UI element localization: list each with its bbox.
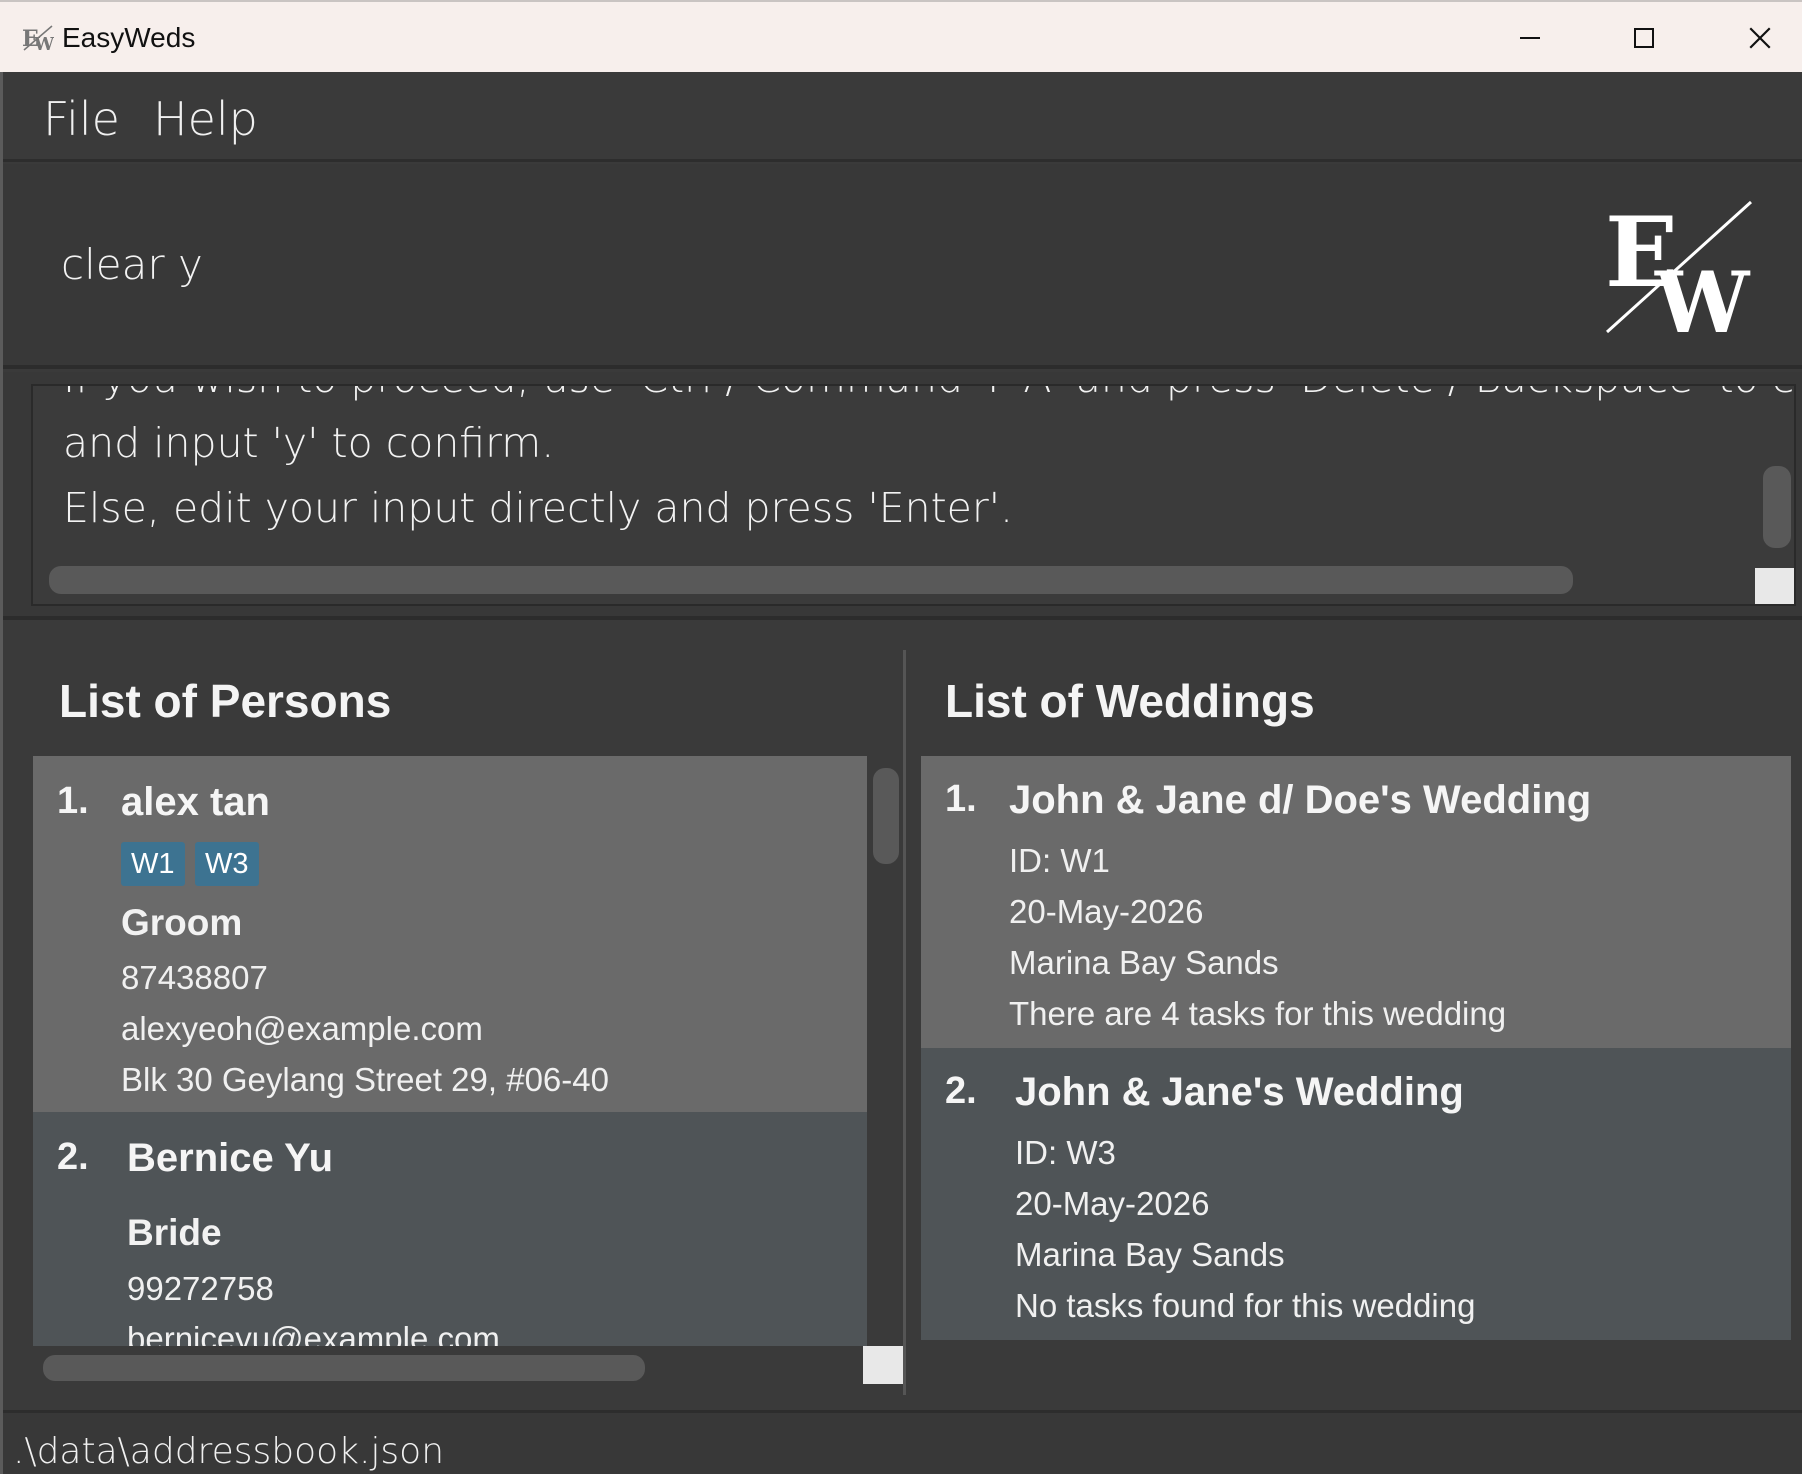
menu-help[interactable]: Help — [153, 92, 258, 146]
person-index: 2. — [57, 1136, 89, 1178]
result-box[interactable]: If you wish to proceed, use 'Ctrl / Comm… — [31, 384, 1796, 606]
wedding-name: John & Jane's Wedding — [1015, 1070, 1464, 1114]
wedding-tasks: There are 4 tasks for this wedding — [1009, 995, 1507, 1032]
wedding-index: 2. — [945, 1070, 977, 1112]
command-box: clear y E W — [3, 164, 1802, 369]
result-vertical-scrollbar[interactable] — [1763, 466, 1791, 548]
window-title: EasyWeds — [62, 22, 196, 53]
person-name: alex tan — [121, 780, 270, 824]
wedding-date: 20-May-2026 — [1015, 1185, 1210, 1222]
result-display: If you wish to proceed, use 'Ctrl / Comm… — [3, 372, 1802, 620]
wedding-index: 1. — [945, 778, 977, 820]
person-phone: 87438807 — [121, 959, 268, 996]
minimize-button[interactable] — [1480, 2, 1580, 74]
wedding-id: ID: W3 — [1015, 1134, 1116, 1171]
panel-divider[interactable] — [903, 650, 906, 1395]
main-panels: List of Persons List of Weddings 1. alex… — [3, 620, 1802, 1410]
app-icon: E W — [22, 25, 54, 52]
menu-bar: File Help — [3, 72, 1802, 162]
wedding-date: 20-May-2026 — [1009, 893, 1204, 930]
person-role: Bride — [127, 1212, 222, 1253]
wedding-id: ID: W1 — [1009, 842, 1110, 879]
result-text: If you wish to proceed, use 'Ctrl / Comm… — [63, 386, 1794, 541]
persons-vertical-scrollbar[interactable] — [873, 768, 899, 864]
close-button[interactable] — [1710, 2, 1802, 74]
result-line: Else, edit your input directly and press… — [63, 484, 1014, 532]
status-file-path: .\data\addressbook.json — [13, 1431, 445, 1472]
wedding-venue: Marina Bay Sands — [1009, 944, 1279, 981]
persons-list[interactable]: 1. alex tan W1 W3 Groom 87438807 alexyeo… — [33, 756, 867, 1346]
result-line: If you wish to proceed, use 'Ctrl / Comm… — [63, 386, 1794, 411]
person-index: 1. — [57, 780, 89, 822]
wedding-tag: W1 — [121, 842, 185, 886]
menu-file[interactable]: File — [43, 92, 120, 146]
title-bar: E W EasyWeds — [0, 0, 1802, 72]
close-icon — [1749, 27, 1771, 49]
person-email: berniceyu@example.com — [127, 1320, 500, 1346]
wedding-venue: Marina Bay Sands — [1015, 1236, 1285, 1273]
wedding-name: John & Jane d/ Doe's Wedding — [1009, 778, 1592, 822]
persons-panel-title: List of Persons — [59, 675, 392, 727]
person-card[interactable]: 2. Bernice Yu Bride 99272758 berniceyu@e… — [33, 1112, 867, 1346]
command-input[interactable]: clear y — [61, 240, 203, 289]
maximize-button[interactable] — [1594, 2, 1694, 74]
person-email: alexyeoh@example.com — [121, 1010, 483, 1047]
person-card[interactable]: 1. alex tan W1 W3 Groom 87438807 alexyeo… — [33, 756, 867, 1112]
status-bar: .\data\addressbook.json — [3, 1410, 1802, 1474]
wedding-tag: W3 — [195, 842, 259, 886]
weddings-panel-title: List of Weddings — [945, 675, 1315, 727]
easyweds-logo: E W — [1605, 198, 1753, 338]
result-line: and input 'y' to confirm. — [63, 419, 555, 467]
wedding-tasks: No tasks found for this wedding — [1015, 1287, 1476, 1324]
persons-horizontal-scrollbar[interactable] — [43, 1355, 645, 1381]
maximize-icon — [1634, 28, 1654, 48]
weddings-list[interactable]: 1. John & Jane d/ Doe's Wedding ID: W1 2… — [921, 756, 1791, 1340]
minimize-icon — [1520, 37, 1540, 39]
person-address: Blk 30 Geylang Street 29, #06-40 — [121, 1061, 609, 1098]
person-name: Bernice Yu — [127, 1136, 334, 1180]
wedding-card[interactable]: 1. John & Jane d/ Doe's Wedding ID: W1 2… — [921, 756, 1791, 1048]
result-horizontal-scrollbar[interactable] — [49, 566, 1573, 594]
svg-text:W: W — [1654, 253, 1751, 338]
person-role: Groom — [121, 902, 243, 943]
wedding-card[interactable]: 2. John & Jane's Wedding ID: W3 20-May-2… — [921, 1048, 1791, 1340]
scroll-corner — [1755, 568, 1794, 604]
svg-text:W: W — [33, 34, 54, 52]
scroll-corner — [863, 1346, 903, 1384]
person-phone: 99272758 — [127, 1270, 274, 1307]
